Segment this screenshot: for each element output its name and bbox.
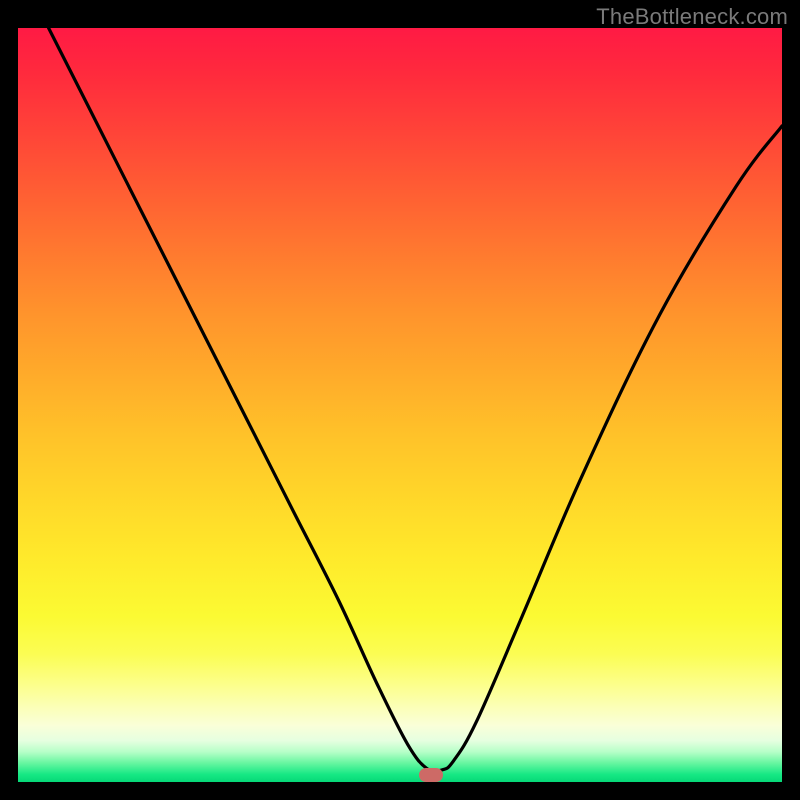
- watermark-text: TheBottleneck.com: [596, 4, 788, 30]
- plot-area: [18, 28, 782, 782]
- optimal-marker: [419, 768, 443, 782]
- bottleneck-curve: [18, 28, 782, 782]
- chart-stage: TheBottleneck.com: [0, 0, 800, 800]
